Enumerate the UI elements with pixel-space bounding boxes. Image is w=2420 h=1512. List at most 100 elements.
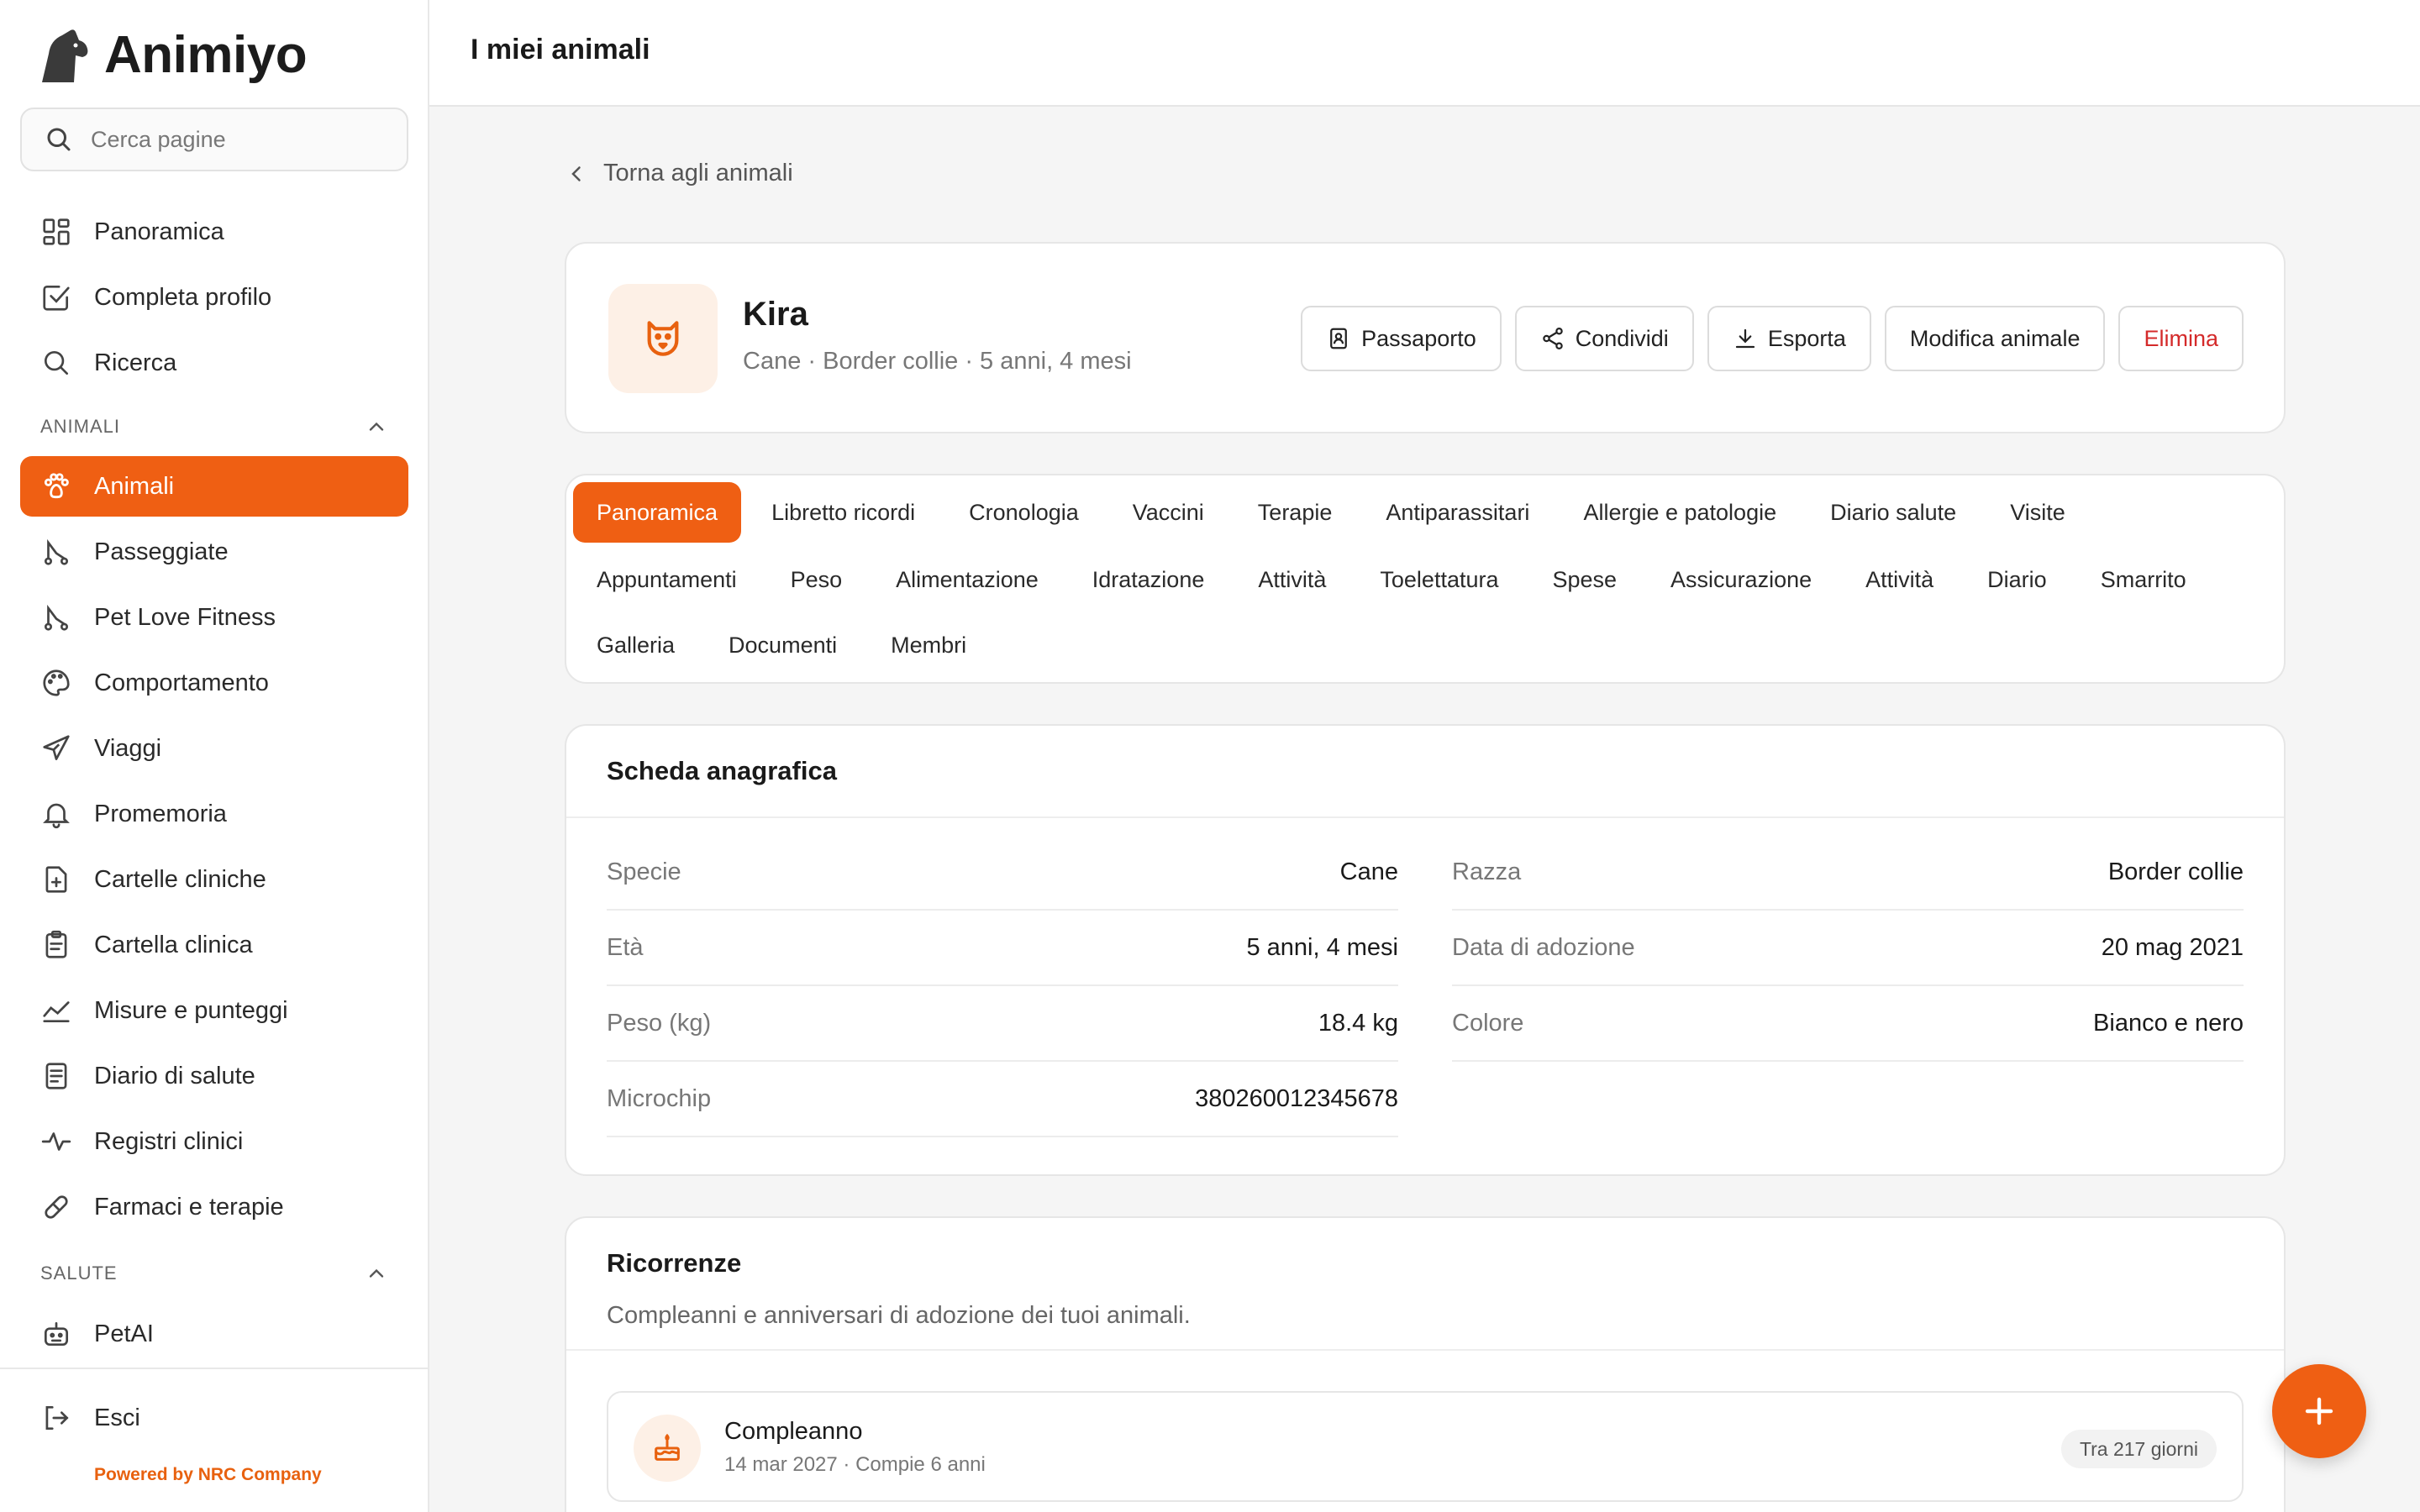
- delete-pet-button[interactable]: Elimina: [2118, 306, 2244, 371]
- nav-item-completa-profilo[interactable]: Completa profilo: [20, 267, 408, 328]
- recurrence-detail: 14 mar 2027 · Compie 6 anni: [724, 1453, 986, 1476]
- pet-header-card: Kira Cane · Border collie · 5 anni, 4 me…: [565, 242, 2286, 433]
- tab-row: Appuntamenti Peso Alimentazione Idratazi…: [573, 549, 2217, 610]
- nav-item-misure-e-punteggi[interactable]: Misure e punteggi: [20, 980, 408, 1041]
- brand[interactable]: Animiyo: [34, 24, 308, 86]
- tab-allergie-e-patologie[interactable]: Allergie e patologie: [1560, 482, 1800, 543]
- brand-name: Animiyo: [104, 25, 308, 84]
- field-peso: Peso (kg) 18.4 kg: [607, 986, 1398, 1062]
- export-label: Esporta: [1767, 325, 1846, 351]
- grid-icon: [43, 218, 70, 245]
- tab-attivita-2[interactable]: Attività: [1842, 549, 1957, 610]
- recurrences-card: Ricorrenze Compleanni e anniversari di a…: [565, 1216, 2286, 1512]
- tab-libretto-ricordi[interactable]: Libretto ricordi: [748, 482, 939, 543]
- pet-actions: Passaporto Condividi Esporta Modifica an…: [1301, 306, 2244, 371]
- tab-antiparassitari[interactable]: Antiparassitari: [1362, 482, 1553, 543]
- section-label: ANIMALI: [40, 416, 121, 437]
- search-input[interactable]: [91, 126, 393, 153]
- chevron-up-icon: [369, 422, 384, 431]
- export-button[interactable]: Esporta: [1707, 306, 1871, 371]
- nav-item-panoramica[interactable]: Panoramica: [20, 202, 408, 262]
- edit-pet-button[interactable]: Modifica animale: [1884, 306, 2106, 371]
- recurrence-item[interactable]: Compleanno 14 mar 2027 · Compie 6 anni T…: [607, 1391, 2244, 1502]
- nav-item-farmaci-e-terapie[interactable]: Farmaci e terapie: [20, 1177, 408, 1237]
- field-value: 20 mag 2021: [2101, 933, 2244, 961]
- nav-label: Promemoria: [94, 800, 227, 827]
- tab-idratazione[interactable]: Idratazione: [1069, 549, 1228, 610]
- profile-info-title: Scheda anagrafica: [607, 756, 837, 785]
- nav-label: Registri clinici: [94, 1127, 244, 1155]
- field-label: Peso (kg): [607, 1009, 712, 1037]
- section-header-animali[interactable]: ANIMALI: [40, 415, 388, 438]
- field-razza: Razza Border collie: [1452, 835, 2244, 911]
- back-link[interactable]: Torna agli animali: [565, 160, 793, 187]
- pet-tabs: Panoramica Libretto ricordi Cronologia V…: [565, 474, 2286, 684]
- dog-face-icon: [647, 321, 679, 356]
- tab-documenti[interactable]: Documenti: [705, 615, 860, 675]
- section-header-salute[interactable]: SALUTE: [40, 1262, 388, 1285]
- share-button[interactable]: Condividi: [1514, 306, 1694, 371]
- page-title: I miei animali: [471, 34, 650, 66]
- recurrence-countdown-badge: Tra 217 giorni: [2060, 1430, 2217, 1468]
- nav-item-diario-di-salute[interactable]: Diario di salute: [20, 1046, 408, 1106]
- palette-icon: [43, 669, 70, 696]
- nav-item-cartella-clinica[interactable]: Cartella clinica: [20, 915, 408, 975]
- tab-galleria[interactable]: Galleria: [573, 615, 698, 675]
- nav-item-cartelle-cliniche[interactable]: Cartelle cliniche: [20, 849, 408, 910]
- nav-item-registri-clinici[interactable]: Registri clinici: [20, 1111, 408, 1172]
- sidebar: Animiyo Panoramica Completa profilo Rice…: [0, 0, 429, 1512]
- plus-icon: [2305, 1397, 2333, 1425]
- add-fab-button[interactable]: [2272, 1364, 2366, 1458]
- tab-assicurazione[interactable]: Assicurazione: [1647, 549, 1835, 610]
- tab-membri[interactable]: Membri: [867, 615, 990, 675]
- route-icon: [44, 538, 69, 565]
- nav-label: Pet Love Fitness: [94, 603, 276, 631]
- tab-diario-salute[interactable]: Diario salute: [1807, 482, 1980, 543]
- nav-item-viaggi[interactable]: Viaggi: [20, 718, 408, 779]
- share-label: Condividi: [1575, 325, 1669, 351]
- tab-peso[interactable]: Peso: [767, 549, 866, 610]
- nav-label: Ricerca: [94, 349, 177, 376]
- powered-by: Powered by NRC Company: [94, 1465, 322, 1484]
- tab-attivita[interactable]: Attività: [1234, 549, 1349, 610]
- tab-vaccini[interactable]: Vaccini: [1109, 482, 1228, 543]
- tab-row: Galleria Documenti Membri: [573, 615, 997, 675]
- logout-label: Esci: [94, 1404, 140, 1431]
- nav-item-promemoria[interactable]: Promemoria: [20, 784, 408, 844]
- nav-item-animali[interactable]: Animali: [20, 456, 408, 517]
- tab-toelettatura[interactable]: Toelettatura: [1356, 549, 1522, 610]
- field-value: 5 anni, 4 mesi: [1246, 933, 1398, 961]
- tab-alimentazione[interactable]: Alimentazione: [872, 549, 1062, 610]
- nav-item-ricerca[interactable]: Ricerca: [20, 333, 408, 393]
- field-value: Border collie: [2107, 858, 2244, 885]
- tab-spese[interactable]: Spese: [1528, 549, 1640, 610]
- share-icon: [1543, 328, 1563, 349]
- field-label: Specie: [607, 858, 681, 885]
- tab-cronologia[interactable]: Cronologia: [945, 482, 1102, 543]
- passport-button[interactable]: Passaporto: [1301, 306, 1502, 371]
- search-box[interactable]: [20, 108, 408, 171]
- nav-item-petai[interactable]: PetAI: [20, 1304, 408, 1364]
- tab-panoramica[interactable]: Panoramica: [573, 482, 742, 543]
- tab-visite[interactable]: Visite: [1986, 482, 2089, 543]
- pill-icon: [45, 1195, 68, 1219]
- nav-item-comportamento[interactable]: Comportamento: [20, 653, 408, 713]
- nav-label: Cartella clinica: [94, 931, 253, 958]
- recurrence-icon-wrap: [634, 1415, 701, 1482]
- bell-icon: [43, 803, 70, 829]
- tab-diario[interactable]: Diario: [1964, 549, 2070, 610]
- tab-appuntamenti[interactable]: Appuntamenti: [573, 549, 760, 610]
- tab-terapie[interactable]: Terapie: [1234, 482, 1356, 543]
- nav-item-pet-love-fitness[interactable]: Pet Love Fitness: [20, 587, 408, 648]
- logout-button[interactable]: Esci: [20, 1388, 408, 1448]
- clipboard-icon: [45, 930, 67, 958]
- tab-smarrito[interactable]: Smarrito: [2077, 549, 2210, 610]
- chevron-up-icon: [369, 1268, 384, 1278]
- pet-avatar: [608, 284, 718, 393]
- field-microchip: Microchip 380260012345678: [607, 1062, 1398, 1137]
- nav-item-passeggiate[interactable]: Passeggiate: [20, 522, 408, 582]
- field-label: Razza: [1452, 858, 1522, 885]
- paw-icon: [44, 473, 69, 499]
- dog-logo-icon: [42, 29, 88, 82]
- field-value: 380260012345678: [1195, 1084, 1398, 1112]
